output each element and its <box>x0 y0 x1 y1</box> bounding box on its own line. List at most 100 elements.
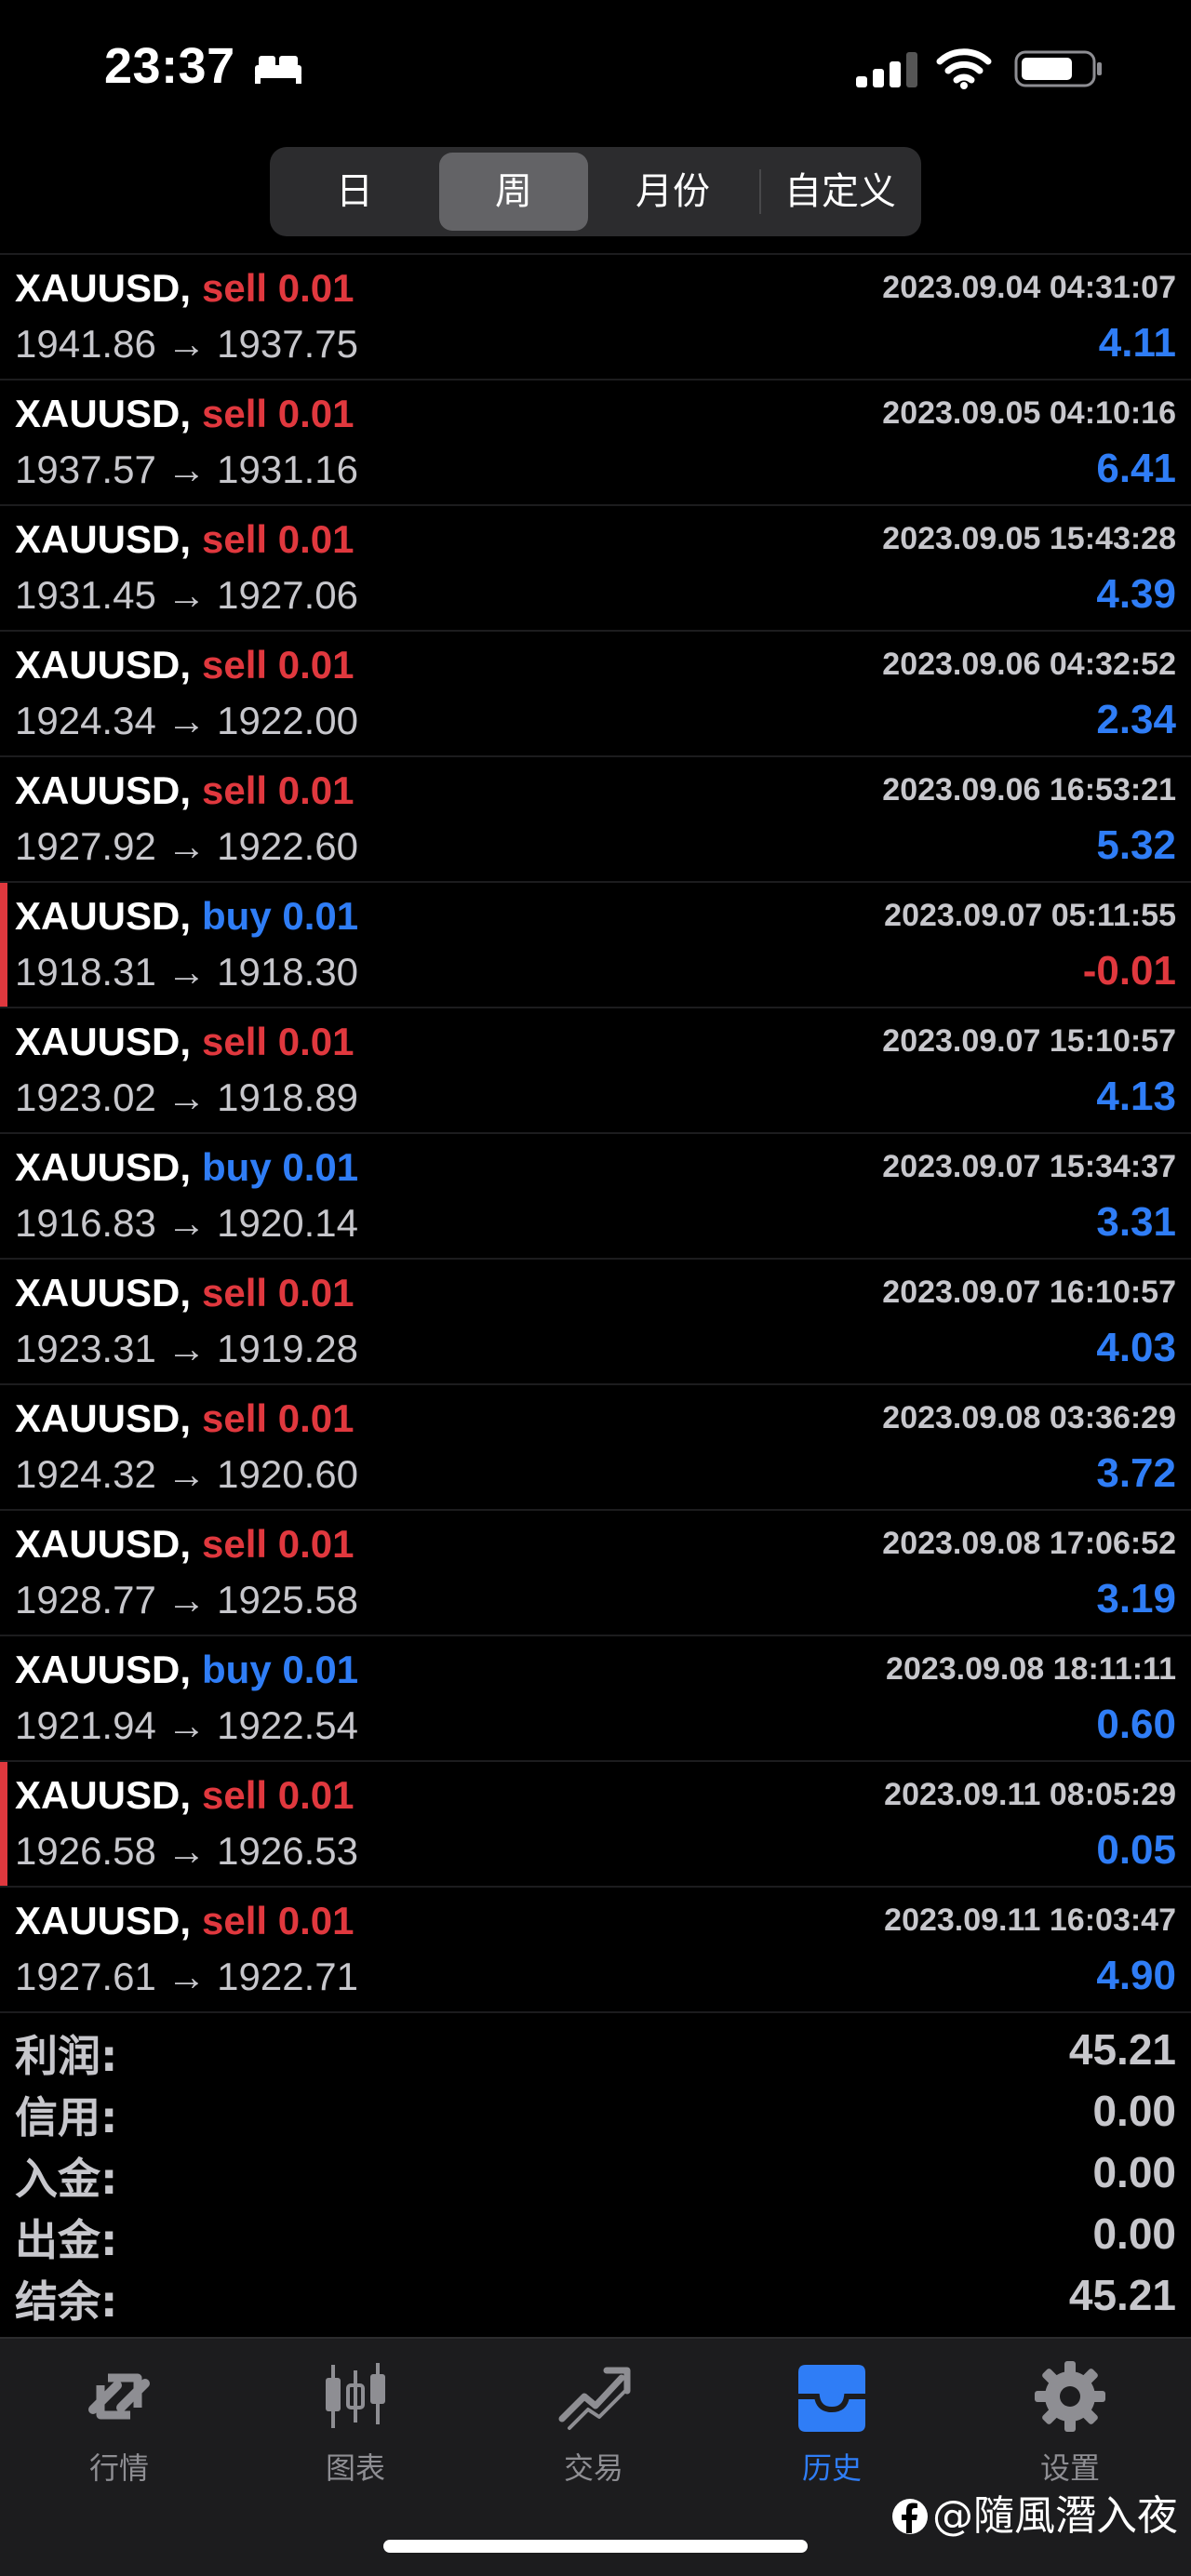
summary-row: 利润: 45.21 <box>0 2019 1191 2081</box>
trade-row[interactable]: XAUUSD, sell 0.01 1927.61 → 1922.71 2023.09… <box>0 1888 1191 2013</box>
trade-profit: 3.72 <box>1096 1450 1176 1496</box>
trade-volume: 0.01 <box>277 1396 355 1440</box>
trade-symbol-line: XAUUSD, sell 0.01 <box>15 392 355 436</box>
tab-week[interactable]: 周 <box>439 153 588 231</box>
open-price: 1924.34 <box>15 699 156 742</box>
home-indicator[interactable] <box>383 2540 808 2553</box>
arrow-icon: → <box>167 1955 207 1998</box>
trade-profit: 4.13 <box>1096 1074 1176 1119</box>
tab-custom[interactable]: 自定义 <box>765 153 916 231</box>
trade-volume: 0.01 <box>277 1271 355 1315</box>
trade-row[interactable]: XAUUSD, sell 0.01 1937.57 → 1931.16 2023.09… <box>0 380 1191 506</box>
tab-bar-chart[interactable]: 图表 <box>262 2357 448 2506</box>
history-icon <box>798 2365 865 2432</box>
trade-prices: 1924.34 → 1922.00 <box>15 699 358 743</box>
tab-bar-trade[interactable]: 交易 <box>501 2357 687 2506</box>
arrow-icon: → <box>167 573 207 617</box>
account-summary: 利润: 45.21 信用: 0.00 入金: 0.00 出金: 0.00 结余: 45.21 <box>0 2019 1191 2327</box>
trade-datetime: 2023.09.07 15:10:57 <box>882 1023 1176 1059</box>
trade-volume: 0.01 <box>277 1522 355 1566</box>
trade-datetime: 2023.09.06 16:53:21 <box>882 772 1176 808</box>
tab-bar-label: 行情 <box>88 2450 149 2486</box>
trade-symbol: XAUUSD, <box>15 643 192 687</box>
trade-row[interactable]: XAUUSD, sell 0.01 1926.58 → 1926.53 2023.09… <box>0 1762 1191 1888</box>
row-marker <box>0 1385 7 1509</box>
close-price: 1925.58 <box>217 1578 358 1622</box>
trade-symbol-line: XAUUSD, sell 0.01 <box>15 643 355 687</box>
trade-prices: 1923.31 → 1919.28 <box>15 1327 358 1371</box>
trade-row[interactable]: XAUUSD, sell 0.01 1927.92 → 1922.60 2023.09… <box>0 757 1191 883</box>
trade-profit: 3.19 <box>1096 1576 1176 1622</box>
trade-volume: 0.01 <box>277 643 355 687</box>
trade-symbol-line: XAUUSD, sell 0.01 <box>15 1271 355 1315</box>
tab-bar-quotes[interactable]: 行情 <box>26 2357 212 2506</box>
trade-row[interactable]: XAUUSD, sell 0.01 1924.32 → 1920.60 2023.09… <box>0 1385 1191 1511</box>
trade-side: sell <box>202 1020 268 1063</box>
trade-profit: 6.41 <box>1096 446 1176 491</box>
wifi-icon <box>936 48 992 89</box>
trade-side: sell <box>202 1271 268 1315</box>
close-price: 1937.75 <box>217 322 358 366</box>
trade-icon <box>558 2367 631 2430</box>
trade-symbol: XAUUSD, <box>15 1648 192 1691</box>
close-price: 1926.53 <box>217 1829 358 1873</box>
trade-side: sell <box>202 1396 268 1440</box>
trade-datetime: 2023.09.08 17:06:52 <box>882 1526 1176 1561</box>
quotes-icon <box>88 2373 150 2420</box>
close-price: 1919.28 <box>217 1327 358 1370</box>
open-price: 1931.45 <box>15 573 156 617</box>
trade-symbol-line: XAUUSD, sell 0.01 <box>15 1899 355 1943</box>
settings-icon <box>1035 2361 1105 2432</box>
battery-icon <box>1014 50 1102 87</box>
trade-row[interactable]: XAUUSD, sell 0.01 1931.45 → 1927.06 2023.09… <box>0 506 1191 632</box>
trade-symbol: XAUUSD, <box>15 894 192 938</box>
watermark: @隨風潛入夜 <box>891 2482 1178 2542</box>
trade-side: sell <box>202 1899 268 1942</box>
trade-row[interactable]: XAUUSD, buy 0.01 1921.94 → 1922.54 2023.09.… <box>0 1636 1191 1762</box>
trade-side: sell <box>202 1522 268 1566</box>
cellular-signal-icon <box>856 52 917 87</box>
close-price: 1922.00 <box>217 699 358 742</box>
trade-symbol-line: XAUUSD, sell 0.01 <box>15 1773 355 1818</box>
trade-prices: 1924.32 → 1920.60 <box>15 1452 358 1497</box>
trade-row[interactable]: XAUUSD, sell 0.01 1941.86 → 1937.75 2023.09… <box>0 255 1191 380</box>
trade-profit: 0.05 <box>1096 1827 1176 1873</box>
trade-side: sell <box>202 643 268 687</box>
arrow-icon: → <box>167 824 207 868</box>
trade-side: sell <box>202 1773 268 1817</box>
open-price: 1928.77 <box>15 1578 156 1622</box>
trade-row[interactable]: XAUUSD, buy 0.01 1916.83 → 1920.14 2023.09.… <box>0 1134 1191 1260</box>
open-price: 1921.94 <box>15 1703 156 1747</box>
tab-day[interactable]: 日 <box>275 153 434 231</box>
trade-datetime: 2023.09.08 03:36:29 <box>882 1400 1176 1435</box>
summary-value: 0.00 <box>1092 2087 1176 2135</box>
trade-datetime: 2023.09.05 15:43:28 <box>882 521 1176 556</box>
trade-side: sell <box>202 266 268 310</box>
row-marker <box>0 1008 7 1132</box>
trade-row[interactable]: XAUUSD, sell 0.01 1923.02 → 1918.89 2023.09… <box>0 1008 1191 1134</box>
trade-row[interactable]: XAUUSD, sell 0.01 1928.77 → 1925.58 2023.09… <box>0 1511 1191 1636</box>
trade-profit: 3.31 <box>1096 1199 1176 1245</box>
close-price: 1927.06 <box>217 573 358 617</box>
trade-prices: 1916.83 → 1920.14 <box>15 1201 358 1246</box>
trade-symbol: XAUUSD, <box>15 1522 192 1566</box>
row-marker <box>0 1511 7 1635</box>
open-price: 1923.02 <box>15 1075 156 1119</box>
close-price: 1922.54 <box>217 1703 358 1747</box>
trade-datetime: 2023.09.08 18:11:11 <box>886 1651 1176 1687</box>
trade-symbol: XAUUSD, <box>15 1145 192 1189</box>
trade-row[interactable]: XAUUSD, sell 0.01 1924.34 → 1922.00 2023.09… <box>0 632 1191 757</box>
trade-row[interactable]: XAUUSD, sell 0.01 1923.31 → 1919.28 2023.09… <box>0 1260 1191 1385</box>
row-marker <box>0 757 7 881</box>
arrow-icon: → <box>167 447 207 491</box>
trade-history-list: XAUUSD, sell 0.01 1941.86 → 1937.75 2023.09… <box>0 253 1191 2013</box>
trade-prices: 1931.45 → 1927.06 <box>15 573 358 618</box>
summary-value: 45.21 <box>1068 2271 1176 2319</box>
trade-symbol: XAUUSD, <box>15 517 192 561</box>
summary-value: 0.00 <box>1092 2148 1176 2196</box>
trade-prices: 1923.02 → 1918.89 <box>15 1075 358 1120</box>
tab-month[interactable]: 月份 <box>594 153 752 231</box>
trade-symbol: XAUUSD, <box>15 1899 192 1942</box>
close-price: 1920.60 <box>217 1452 358 1496</box>
trade-row[interactable]: XAUUSD, buy 0.01 1918.31 → 1918.30 2023.09.… <box>0 883 1191 1008</box>
